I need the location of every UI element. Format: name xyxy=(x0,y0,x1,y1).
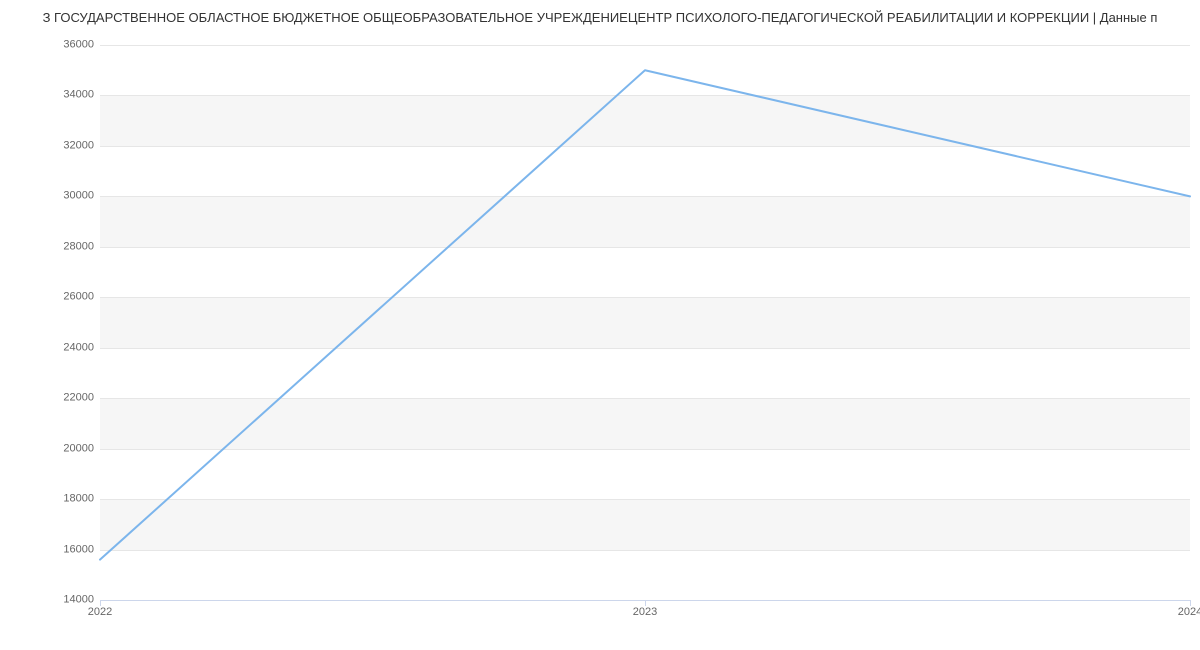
y-tick-label: 28000 xyxy=(4,241,94,252)
x-tick-label: 2022 xyxy=(88,607,112,618)
y-tick-label: 18000 xyxy=(4,494,94,505)
x-tick-label: 2024 xyxy=(1178,607,1200,618)
y-tick-label: 20000 xyxy=(4,443,94,454)
chart-title: З ГОСУДАРСТВЕННОЕ ОБЛАСТНОЕ БЮДЖЕТНОЕ ОБ… xyxy=(0,10,1200,25)
plot-area xyxy=(100,45,1190,600)
y-tick-label: 22000 xyxy=(4,393,94,404)
y-tick-label: 14000 xyxy=(4,595,94,606)
chart-container: З ГОСУДАРСТВЕННОЕ ОБЛАСТНОЕ БЮДЖЕТНОЕ ОБ… xyxy=(0,0,1200,650)
y-tick-label: 16000 xyxy=(4,544,94,555)
y-tick-label: 36000 xyxy=(4,40,94,51)
y-tick-label: 34000 xyxy=(4,90,94,101)
line-series xyxy=(100,45,1190,600)
y-tick-label: 24000 xyxy=(4,342,94,353)
y-tick-label: 30000 xyxy=(4,191,94,202)
y-tick-label: 26000 xyxy=(4,292,94,303)
x-tick-label: 2023 xyxy=(633,607,657,618)
y-tick-label: 32000 xyxy=(4,140,94,151)
